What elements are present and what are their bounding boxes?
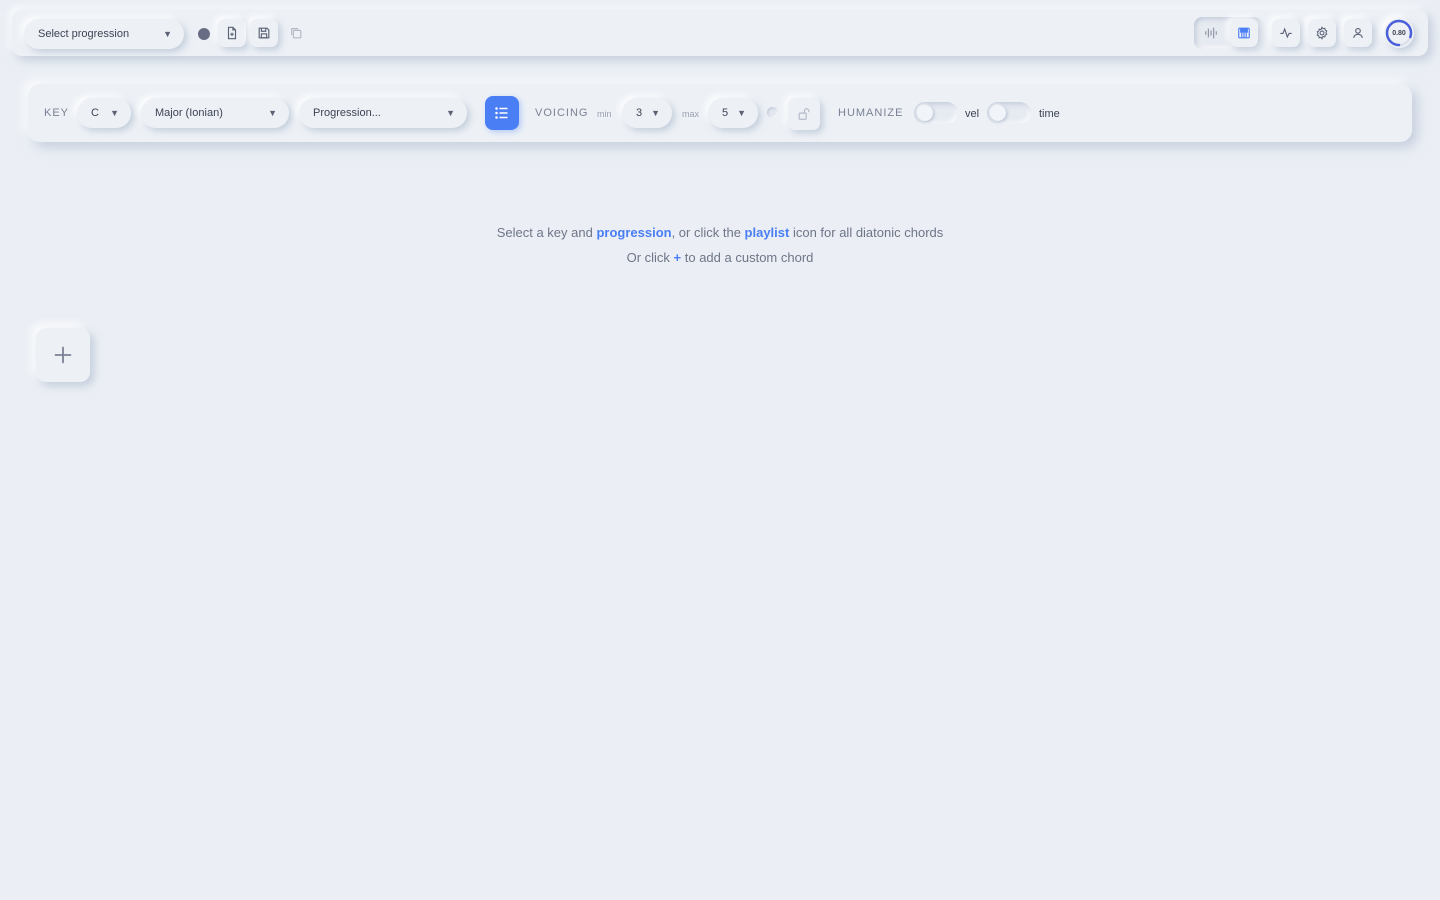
time-label: time: [1039, 108, 1060, 120]
voicing-min-select[interactable]: 3 ▼: [622, 98, 672, 128]
key-select[interactable]: C ▼: [77, 98, 131, 128]
plus-hint: +: [673, 250, 682, 265]
chevron-down-icon: ▼: [110, 108, 119, 118]
text: Select a key and: [496, 225, 597, 240]
user-icon: [1353, 27, 1363, 38]
gauge-value: 0.80: [1392, 29, 1406, 37]
save-button[interactable]: [250, 19, 278, 47]
chevron-down-icon: ▼: [737, 108, 746, 118]
text: Or click: [626, 250, 674, 265]
toggle-knob: [990, 105, 1006, 121]
playlist-icon: [495, 107, 508, 119]
min-label: min: [597, 109, 612, 119]
voicing-max-value: 5: [722, 107, 729, 119]
activity-button[interactable]: [1272, 19, 1300, 47]
file-plus-icon: [227, 26, 237, 40]
progression-link[interactable]: progression: [596, 225, 671, 240]
plus-icon: [54, 346, 72, 364]
gear-icon: [1316, 26, 1328, 40]
volume-gauge[interactable]: 0.80: [1384, 18, 1414, 48]
playlist-button[interactable]: [485, 96, 519, 130]
text: to add a custom chord: [681, 250, 814, 265]
record-dot-icon[interactable]: [198, 28, 210, 40]
chevron-down-icon: ▼: [163, 29, 172, 39]
chord-controls-bar: KEY C ▼ Major (Ionian) ▼ Progression... …: [28, 84, 1412, 142]
piano-view-button[interactable]: [1230, 19, 1258, 47]
activity-icon: [1280, 27, 1292, 39]
text: , or click the: [671, 225, 745, 240]
top-toolbar: Select progression ▼ 0.80: [12, 10, 1428, 56]
humanize-velocity-toggle[interactable]: [914, 102, 958, 124]
voicing-label: VOICING: [535, 107, 589, 119]
settings-button[interactable]: [1308, 19, 1336, 47]
chevron-down-icon: ▼: [268, 108, 277, 118]
playlist-link[interactable]: playlist: [745, 225, 790, 240]
progression-preset-select[interactable]: Progression... ▼: [299, 98, 467, 128]
progression-select[interactable]: Select progression ▼: [24, 19, 184, 49]
new-file-button[interactable]: [218, 19, 246, 47]
voicing-max-select[interactable]: 5 ▼: [708, 98, 758, 128]
add-chord-button[interactable]: [36, 328, 90, 382]
empty-state-line-2: Or click + to add a custom chord: [0, 245, 1440, 270]
chevron-down-icon: ▼: [446, 108, 455, 118]
vel-label: vel: [965, 108, 980, 120]
waveform-view-button[interactable]: [1197, 19, 1225, 47]
duplicate-button[interactable]: [282, 19, 310, 47]
mode-select-value: Major (Ionian): [155, 107, 223, 119]
unlock-icon: [798, 108, 810, 120]
toggle-knob: [917, 105, 933, 121]
text: icon for all diatonic chords: [789, 225, 944, 240]
voicing-lock-button[interactable]: [788, 98, 820, 130]
empty-state-message: Select a key and progression, or click t…: [0, 220, 1440, 270]
waveform-icon: [1205, 27, 1217, 39]
chevron-down-icon: ▼: [651, 108, 660, 118]
humanize-label: HUMANIZE: [838, 107, 904, 119]
voicing-indicator-dot[interactable]: [767, 107, 778, 118]
progression-select-value: Select progression: [38, 28, 130, 40]
progression-preset-value: Progression...: [313, 107, 381, 119]
user-button[interactable]: [1344, 19, 1372, 47]
empty-state-line-1: Select a key and progression, or click t…: [0, 220, 1440, 245]
key-select-value: C: [91, 107, 99, 119]
key-label: KEY: [44, 107, 70, 119]
voicing-min-value: 3: [636, 107, 643, 119]
save-icon: [258, 27, 270, 39]
max-label: max: [682, 109, 700, 119]
mode-select[interactable]: Major (Ionian) ▼: [141, 98, 289, 128]
humanize-time-toggle[interactable]: [987, 102, 1031, 124]
copy-icon: [291, 28, 302, 39]
piano-icon: [1238, 27, 1250, 39]
view-mode-toggle: [1194, 17, 1262, 49]
